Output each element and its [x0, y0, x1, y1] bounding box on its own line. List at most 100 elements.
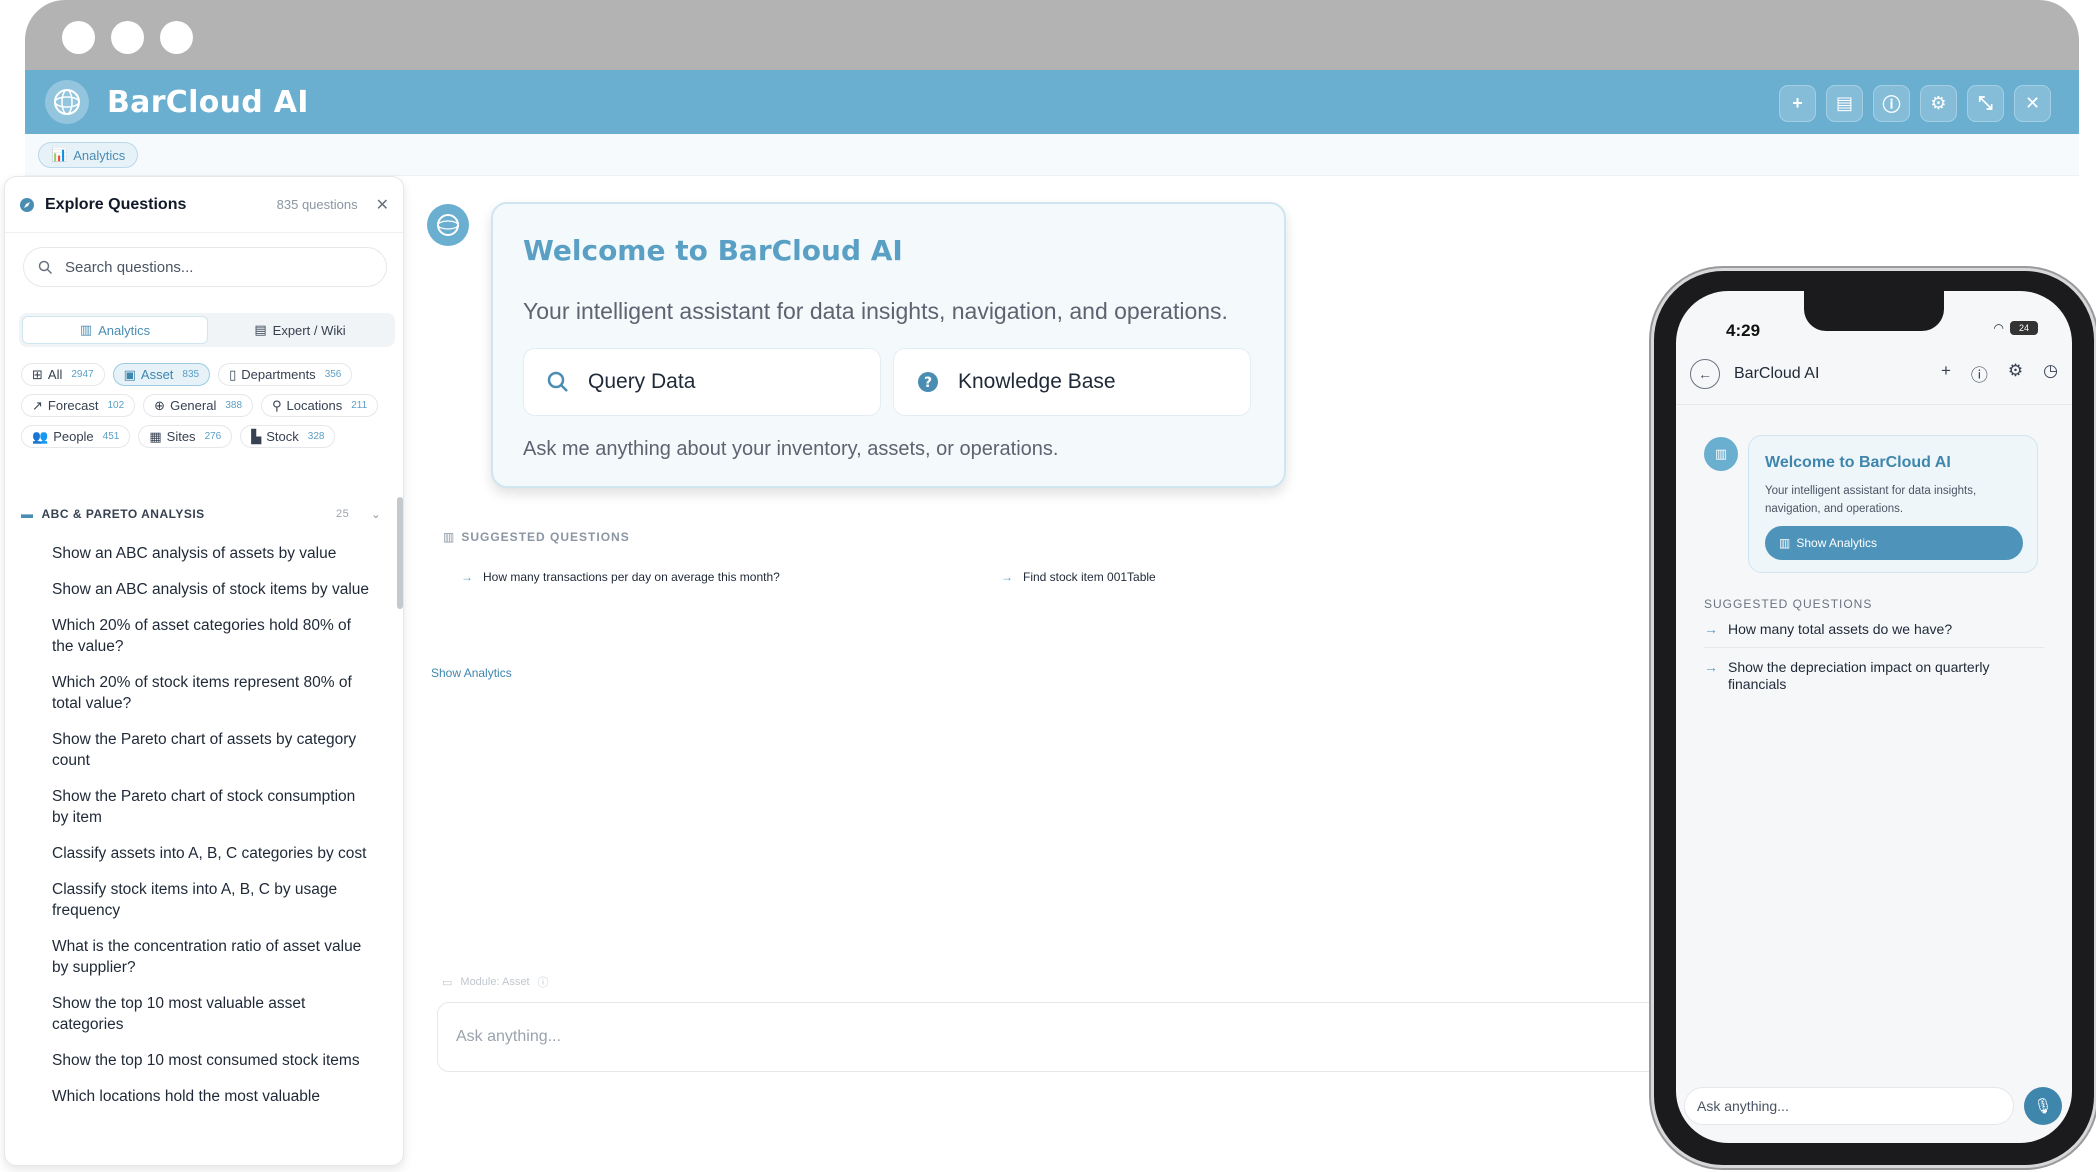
filter-label: Asset — [140, 367, 174, 382]
show-analytics-link[interactable]: Show Analytics — [431, 666, 512, 680]
chart-icon: ▥ — [79, 322, 93, 337]
info-button[interactable]: ⓘ — [1873, 85, 1910, 122]
knowledge-base-label: Knowledge Base — [958, 370, 1116, 393]
info-icon[interactable]: ⓘ — [1971, 361, 1988, 386]
list-item[interactable]: Show the Pareto chart of assets by categ… — [52, 729, 372, 771]
tab-expert-label: Expert / Wiki — [272, 322, 346, 338]
list-item[interactable]: Classify assets into A, B, C categories … — [52, 843, 372, 864]
phone-show-analytics-button[interactable]: ▥ Show Analytics — [1765, 526, 2023, 560]
filter-locations[interactable]: ⚲ Locations 211 — [261, 394, 379, 417]
phone-title: BarCloud AI — [1734, 364, 1820, 382]
list-item[interactable]: Which locations hold the most valuable — [52, 1086, 372, 1107]
phone-welcome-title: Welcome to BarCloud AI — [1765, 454, 1951, 471]
filter-general[interactable]: ⊕ General 388 — [143, 394, 254, 417]
collapse-button[interactable]: ⤡ — [1967, 85, 2004, 122]
phone-suggested-question[interactable]: → How many total assets do we have? — [1704, 621, 2024, 638]
category-filters: ⊞ All 2947 ▣ Asset 835 ▯ Departments 356 ↗ Fore… — [21, 363, 391, 448]
analytics-chip[interactable]: 📊 Analytics — [38, 142, 139, 168]
query-data-label: Query Data — [588, 370, 696, 393]
chart-avatar-icon: ▥ — [1704, 437, 1738, 471]
list-item[interactable]: Which 20% of asset categories hold 80% o… — [52, 615, 372, 657]
info-icon: ⓘ — [1882, 94, 1901, 115]
phone-header: ← BarCloud AI + ⓘ ⚙ ◷ — [1676, 343, 2072, 405]
search-input[interactable]: Search questions... — [23, 247, 387, 287]
suggested-question[interactable]: → How many transactions per day on avera… — [461, 570, 780, 584]
chat-input[interactable]: Ask anything... — [437, 1002, 1757, 1072]
tab-analytics[interactable]: ▥ Analytics — [22, 316, 208, 344]
suggested-questions-label: ▥ SUGGESTED QUESTIONS — [443, 530, 630, 544]
knowledge-base-button[interactable]: ? Knowledge Base — [893, 348, 1251, 416]
chevron-down-icon: ⌄ — [371, 508, 381, 521]
box-icon: ▣ — [123, 366, 136, 382]
filter-departments[interactable]: ▯ Departments 356 — [218, 363, 353, 386]
list-item[interactable]: Show an ABC analysis of stock items by v… — [52, 579, 372, 600]
new-chat-button[interactable]: + — [1779, 85, 1816, 122]
phone-show-analytics-label: Show Analytics — [1796, 536, 1878, 550]
help-icon: ? — [918, 372, 938, 392]
window-dot-maximize[interactable] — [160, 21, 193, 54]
tab-expert-wiki[interactable]: ▤ Expert / Wiki — [208, 316, 392, 344]
close-panel-icon[interactable]: ✕ — [376, 195, 389, 215]
svg-text:?: ? — [924, 375, 932, 391]
status-time: 4:29 — [1726, 321, 1761, 340]
gear-icon[interactable]: ⚙ — [2008, 361, 2023, 386]
list-item[interactable]: Show the Pareto chart of stock consumpti… — [52, 786, 372, 828]
tab-analytics-label: Analytics — [98, 322, 151, 338]
plus-icon[interactable]: + — [1941, 361, 1951, 386]
folder-icon: ▬ — [21, 507, 34, 521]
filter-stock[interactable]: ▙ Stock 328 — [240, 425, 336, 448]
filter-sites[interactable]: ▦ Sites 276 — [138, 425, 233, 448]
compass-icon — [20, 197, 34, 212]
phone-suggested-label: SUGGESTED QUESTIONS — [1704, 597, 1873, 611]
scrollbar[interactable] — [397, 497, 403, 609]
phone-chat-input[interactable]: Ask anything... — [1684, 1087, 2014, 1125]
sites-icon: ▦ — [149, 428, 162, 444]
window-dot-close[interactable] — [62, 21, 95, 54]
bot-avatar-icon — [427, 204, 469, 246]
filter-count: 211 — [351, 400, 368, 411]
phone-suggested-question[interactable]: → Show the depreciation impact on quarte… — [1704, 659, 2024, 693]
filter-label: All — [47, 367, 63, 382]
panel-title: Explore Questions — [45, 195, 187, 213]
stock-icon: ▙ — [251, 428, 262, 444]
module-indicator: ▭ Module: Asset ⓘ — [442, 974, 549, 990]
welcome-title: Welcome to BarCloud AI — [523, 234, 903, 267]
clock-icon[interactable]: ◷ — [2043, 361, 2058, 386]
filter-asset[interactable]: ▣ Asset 835 — [112, 363, 211, 386]
filter-all[interactable]: ⊞ All 2947 — [21, 363, 105, 386]
brand-logo-icon — [45, 80, 89, 124]
filter-count: 835 — [182, 369, 200, 380]
explore-questions-panel: Explore Questions 835 questions ✕ Search… — [4, 176, 404, 1166]
people-icon: 👥 — [32, 428, 49, 444]
list-item[interactable]: Which 20% of stock items represent 80% o… — [52, 672, 372, 714]
filter-label: Sites — [166, 429, 196, 444]
suggested-question[interactable]: → Find stock item 001Table — [1001, 570, 1156, 584]
back-icon[interactable]: ← — [1690, 358, 1720, 389]
search-icon — [547, 371, 568, 392]
list-item[interactable]: Show the top 10 most valuable asset cate… — [52, 993, 372, 1035]
list-item[interactable]: Show the top 10 most consumed stock item… — [52, 1050, 372, 1071]
phone-welcome-subtitle: Your intelligent assistant for data insi… — [1765, 485, 1977, 515]
filter-label: Stock — [266, 429, 299, 444]
analytics-chip-label: Analytics — [73, 147, 126, 163]
list-item[interactable]: Show an ABC analysis of assets by value — [52, 543, 372, 564]
filter-people[interactable]: 👥 People 451 — [21, 425, 131, 448]
list-item[interactable]: Classify stock items into A, B, C by usa… — [52, 879, 372, 921]
app-title: BarCloud AI — [107, 84, 309, 120]
microphone-icon[interactable]: 🎙 — [2024, 1087, 2062, 1125]
filter-label: Departments — [241, 367, 316, 382]
question-tabs: ▥ Analytics ▤ Expert / Wiki — [19, 313, 395, 347]
window-dot-minimize[interactable] — [111, 21, 144, 54]
query-data-button[interactable]: Query Data — [523, 348, 881, 416]
welcome-card: Welcome to BarCloud AI Your intelligent … — [491, 202, 1286, 488]
filter-count: 356 — [324, 369, 342, 380]
welcome-footer: Ask me anything about your inventory, as… — [523, 438, 1059, 460]
group-header[interactable]: ▬ ABC & PARETO ANALYSIS 25 ⌄ — [21, 507, 381, 521]
book-icon: ▤ — [1835, 93, 1853, 113]
filter-forecast[interactable]: ↗ Forecast 102 — [21, 394, 136, 417]
list-item[interactable]: What is the concentration ratio of asset… — [52, 936, 372, 978]
arrow-right-icon: → — [1001, 570, 1013, 584]
settings-button[interactable]: ⚙ — [1920, 85, 1957, 122]
close-button[interactable]: ✕ — [2014, 85, 2051, 122]
explore-button[interactable]: ▤ — [1826, 85, 1863, 122]
